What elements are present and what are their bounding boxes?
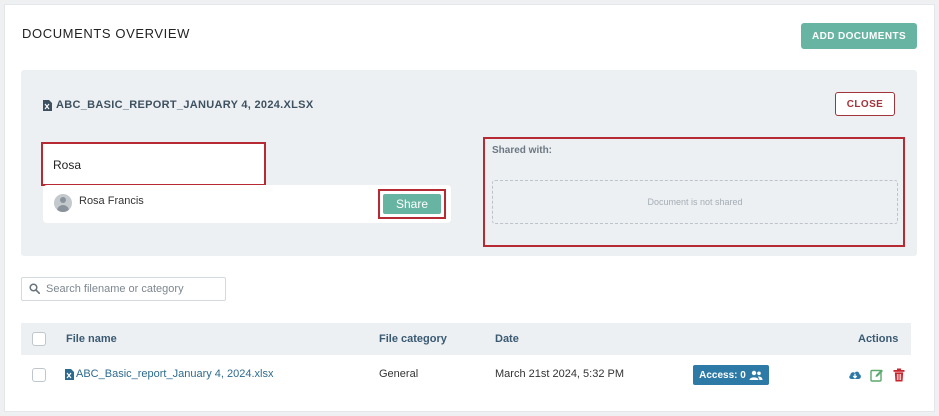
excel-file-icon xyxy=(65,368,74,380)
user-result-name: Rosa Francis xyxy=(79,195,144,207)
column-file-name[interactable]: File name xyxy=(66,333,117,345)
access-button[interactable]: Access: 0 xyxy=(693,365,769,385)
documents-card: DOCUMENTS OVERVIEW ADD DOCUMENTS ABC_BAS… xyxy=(4,4,935,412)
column-date[interactable]: Date xyxy=(495,333,519,345)
users-icon xyxy=(749,370,763,380)
shared-with-label: Shared with: xyxy=(492,145,553,156)
shared-with-section: Shared with: Document is not shared xyxy=(483,137,905,247)
share-button[interactable]: Share xyxy=(383,194,441,214)
column-actions: Actions xyxy=(858,333,899,345)
table-header: File name File category Date Actions xyxy=(21,323,911,355)
edit-icon[interactable] xyxy=(870,368,884,382)
file-name-text: ABC_Basic_report_January 4, 2024.xlsx xyxy=(76,368,274,380)
user-result-row[interactable]: Rosa Francis Share xyxy=(43,185,451,223)
selected-file-name: ABC_BASIC_REPORT_JANUARY 4, 2024.XLSX xyxy=(56,99,314,111)
file-category-cell: General xyxy=(379,368,419,380)
add-documents-button[interactable]: ADD DOCUMENTS xyxy=(801,23,917,49)
select-all-checkbox[interactable] xyxy=(32,332,46,346)
row-checkbox[interactable] xyxy=(32,368,46,382)
avatar-icon xyxy=(54,194,72,212)
not-shared-placeholder: Document is not shared xyxy=(492,180,898,224)
date-cell: March 21st 2024, 5:32 PM xyxy=(495,368,625,380)
column-file-category[interactable]: File category xyxy=(379,333,447,345)
selected-file-title: ABC_BASIC_REPORT_JANUARY 4, 2024.XLSX xyxy=(43,99,313,111)
not-shared-text: Document is not shared xyxy=(647,197,743,207)
trash-icon[interactable] xyxy=(892,368,906,382)
document-share-panel: ABC_BASIC_REPORT_JANUARY 4, 2024.XLSX CL… xyxy=(21,70,917,256)
file-name-link[interactable]: ABC_Basic_report_January 4, 2024.xlsx xyxy=(65,368,274,380)
excel-file-icon xyxy=(43,99,52,111)
file-search-field[interactable] xyxy=(21,277,226,301)
page-title: DOCUMENTS OVERVIEW xyxy=(22,26,191,41)
share-button-highlight: Share xyxy=(378,189,446,219)
close-button[interactable]: CLOSE xyxy=(835,92,895,116)
search-icon xyxy=(29,283,40,294)
cloud-download-icon[interactable] xyxy=(848,368,862,382)
user-search-input[interactable]: Rosa xyxy=(41,142,266,186)
table-row: ABC_Basic_report_January 4, 2024.xlsx Ge… xyxy=(21,357,911,393)
access-label: Access: 0 xyxy=(699,369,746,381)
file-search-input[interactable] xyxy=(46,281,221,297)
